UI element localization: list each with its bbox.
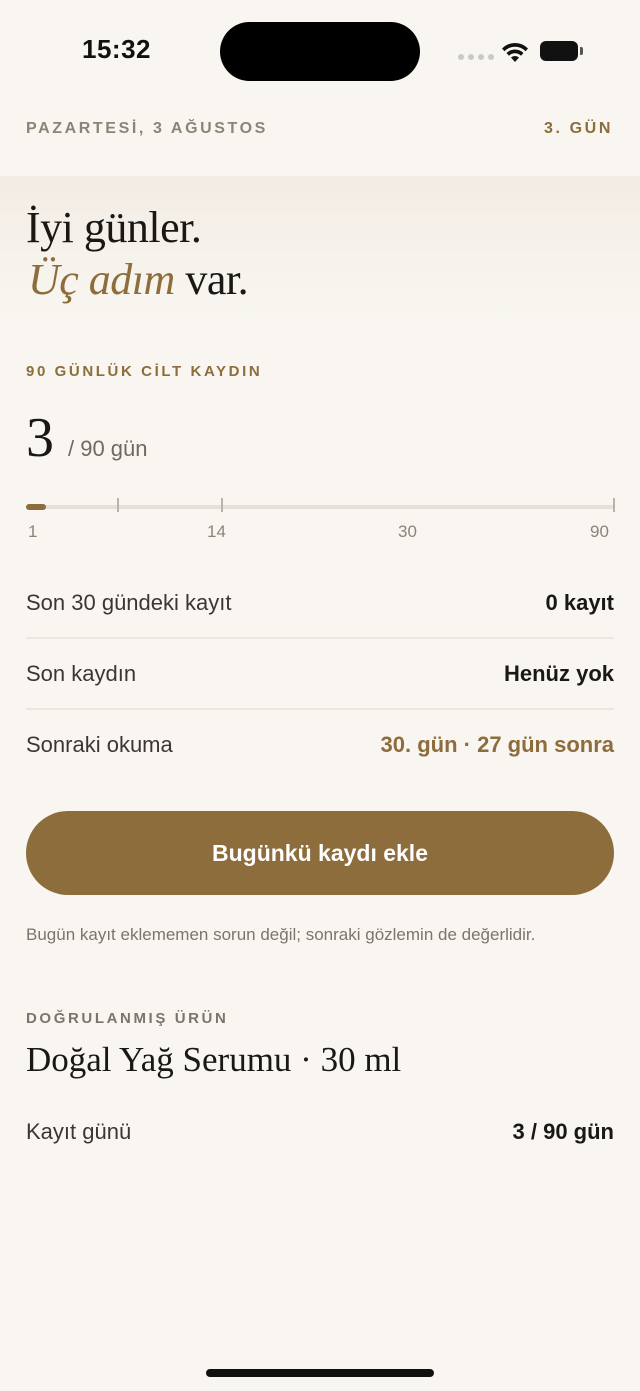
progress-fill [26,504,46,510]
stat-row-records: Son 30 gündeki kayıt 0 kayıt [26,568,614,638]
tick-label-14: 14 [207,522,226,541]
current-day: 3 [26,407,54,469]
stat-row-next-reading: Sonraki okuma 30. gün · 27 gün sonra [26,710,614,780]
dynamic-island [220,22,420,81]
greeting-subtitle: Üç adım var. [28,254,249,305]
progress-tick-14 [221,498,223,512]
stat-label: Son kaydın [26,661,137,686]
greeting-title: İyi günler. [26,203,202,252]
stat-row-last-record: Son kaydın Henüz yok [26,639,614,709]
progress-track-line [26,505,614,509]
product-section-label: DOĞRULANMIŞ ÜRÜN [26,1010,229,1027]
status-time: 15:32 [82,34,151,64]
greeting-accent: Üç adım [28,255,175,304]
stat-value: 30. gün · 27 gün sonra [380,732,614,757]
progress-tick [117,498,119,512]
day-counter: 3 / 90 gün [26,410,148,466]
status-bar: 15:32 [0,0,640,100]
stat-label: Son 30 gündeki kayıt [26,590,232,615]
add-today-record-button[interactable]: Bugünkü kaydı ekle [26,811,614,895]
wifi-icon [502,42,528,62]
tick-label-30: 30 [398,522,417,541]
tick-label-1: 1 [28,522,38,541]
product-record-day-row: Kayıt günü 3 / 90 gün [26,1097,614,1167]
greeting-rest: var. [174,255,249,304]
tick-label-90: 90 [590,522,609,541]
journey-label: 90 GÜNLÜK CİLT KAYDIN [26,363,263,380]
day-badge: 3. GÜN [544,120,613,137]
stat-value: Henüz yok [503,661,614,686]
total-days: / 90 gün [68,436,148,461]
battery-icon [540,41,583,61]
stat-value: 0 kayıt [545,590,615,615]
helper-note: Bugün kayıt eklememen sorun değil; sonra… [26,925,536,944]
greeting-hero: İyi günler. Üç adım var. [0,176,640,324]
progress-tick-90 [613,498,615,512]
stat-label: Sonraki okuma [26,732,173,757]
progress-track [26,497,615,517]
product-name: Doğal Yağ Serumu · 30 ml [26,1040,402,1079]
date-label: PAZARTESİ, 3 AĞUSTOS [26,120,268,137]
home-indicator[interactable] [206,1369,434,1377]
signal-icon [458,54,494,60]
product-row-label: Kayıt günü [26,1119,132,1144]
product-row-value: 3 / 90 gün [512,1119,614,1144]
